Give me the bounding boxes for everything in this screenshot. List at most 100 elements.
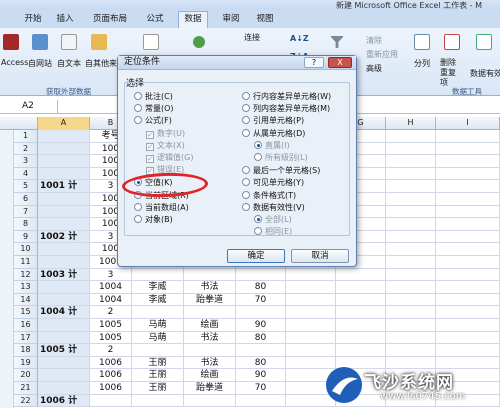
cell-empty[interactable] — [386, 344, 436, 357]
cell-empty[interactable] — [386, 268, 436, 282]
row-header[interactable]: 2 — [14, 142, 38, 156]
cell-empty[interactable] — [386, 306, 436, 319]
cell-b[interactable]: 1006 — [90, 382, 132, 395]
close-button[interactable]: X — [328, 57, 352, 68]
cell-empty[interactable] — [336, 344, 386, 357]
option-numbers[interactable]: ✓ 数字(U) — [146, 129, 185, 139]
cell-a[interactable] — [38, 369, 90, 382]
cell-e[interactable]: 90 — [236, 319, 286, 332]
row-header[interactable]: 13 — [14, 281, 38, 294]
cell-a[interactable] — [38, 130, 90, 143]
cell-empty[interactable] — [436, 243, 500, 256]
cell-empty[interactable] — [336, 268, 386, 282]
cell-e[interactable]: 80 — [236, 331, 286, 345]
cell-d[interactable]: 书法 — [184, 356, 236, 370]
cancel-button[interactable]: 取消 — [291, 249, 349, 263]
row-header[interactable]: 14 — [14, 293, 38, 307]
option-comments[interactable]: 批注(C) — [134, 92, 173, 102]
cell-a[interactable] — [38, 205, 90, 219]
cell-empty[interactable] — [386, 256, 436, 269]
cell-empty[interactable] — [436, 344, 500, 357]
option-current-array[interactable]: 当前数组(A) — [134, 203, 189, 213]
cell-empty[interactable] — [286, 319, 336, 332]
option-precedents[interactable]: 引用单元格(P) — [242, 116, 304, 126]
cell-a[interactable] — [38, 256, 90, 269]
cell-e[interactable]: 80 — [236, 356, 286, 370]
cell-b[interactable]: 3 — [90, 268, 132, 282]
cell-e[interactable] — [236, 344, 286, 357]
cell-c[interactable]: 王丽 — [132, 369, 184, 382]
cell-a[interactable] — [38, 218, 90, 231]
from-text-button[interactable]: 自文本 — [57, 58, 81, 69]
cell-empty[interactable] — [436, 331, 500, 345]
cell-d[interactable]: 书法 — [184, 281, 236, 294]
clear-filter-button[interactable]: 清除 — [366, 35, 382, 46]
option-row-differences[interactable]: 行内容差异单元格(W) — [242, 92, 331, 102]
sort-az-button[interactable]: A↓Z — [290, 34, 309, 43]
cell-empty[interactable] — [386, 180, 436, 193]
reapply-button[interactable]: 重新应用 — [366, 49, 398, 60]
cell-empty[interactable] — [436, 218, 500, 231]
cell-empty[interactable] — [436, 193, 500, 206]
option-conditional-formats[interactable]: 条件格式(T) — [242, 191, 296, 201]
option-column-differences[interactable]: 列内容差异单元格(M) — [242, 104, 330, 114]
cell-c[interactable]: 李威 — [132, 293, 184, 307]
cell-b[interactable]: 2 — [90, 344, 132, 357]
cell-empty[interactable] — [336, 319, 386, 332]
cell-empty[interactable] — [436, 142, 500, 156]
row-header[interactable]: 5 — [14, 180, 38, 193]
cell-d[interactable]: 跆拳道 — [184, 293, 236, 307]
cell-b[interactable]: 1006 — [90, 369, 132, 382]
option-validation-same[interactable]: 相同(E) — [254, 227, 292, 237]
cell-a[interactable] — [38, 243, 90, 256]
cell-e[interactable] — [236, 268, 286, 282]
connections-button[interactable]: 连接 — [244, 32, 260, 43]
cell-empty[interactable] — [286, 331, 336, 345]
cell-empty[interactable] — [386, 319, 436, 332]
row-header[interactable]: 11 — [14, 256, 38, 269]
filter-icon[interactable] — [330, 36, 344, 48]
text-to-columns-button[interactable]: 分列 — [414, 58, 430, 69]
cell-a[interactable]: 1003 计 — [38, 268, 90, 282]
cell-a[interactable] — [38, 382, 90, 395]
cell-empty[interactable] — [386, 218, 436, 231]
cell-empty[interactable] — [436, 319, 500, 332]
cell-empty[interactable] — [286, 268, 336, 282]
cell-b[interactable]: 1005 — [90, 319, 132, 332]
row-header[interactable]: 18 — [14, 344, 38, 357]
row-header[interactable]: 9 — [14, 230, 38, 244]
row-header[interactable]: 1 — [14, 130, 38, 143]
row-header[interactable]: 4 — [14, 167, 38, 181]
cell-empty[interactable] — [436, 205, 500, 219]
ok-button[interactable]: 确定 — [227, 249, 285, 263]
row-header[interactable]: 19 — [14, 356, 38, 370]
cell-a[interactable]: 1005 计 — [38, 344, 90, 357]
cell-empty[interactable] — [386, 293, 436, 307]
column-header-a[interactable]: A — [38, 117, 90, 130]
option-text[interactable]: ✓ 文本(X) — [146, 141, 185, 151]
cell-empty[interactable] — [436, 281, 500, 294]
cell-d[interactable] — [184, 306, 236, 319]
cell-empty[interactable] — [386, 193, 436, 206]
option-last-cell[interactable]: 最后一个单元格(S) — [242, 166, 320, 176]
cell-a[interactable] — [38, 356, 90, 370]
tab-data[interactable]: 数据 — [178, 11, 208, 29]
option-logicals[interactable]: ✓ 逻辑值(G) — [146, 153, 193, 163]
cell-c[interactable]: 马萌 — [132, 319, 184, 332]
cell-empty[interactable] — [386, 205, 436, 219]
row-header[interactable]: 22 — [14, 394, 38, 408]
option-data-validation[interactable]: 数据有效性(V) — [242, 203, 305, 213]
help-button[interactable]: ? — [304, 57, 324, 68]
cell-c[interactable]: 王丽 — [132, 356, 184, 370]
cell-empty[interactable] — [386, 243, 436, 256]
cell-b[interactable]: 1006 — [90, 356, 132, 370]
option-all-levels[interactable]: 所有级别(L) — [254, 153, 308, 163]
cell-e[interactable] — [236, 394, 286, 408]
cell-d[interactable]: 书法 — [184, 331, 236, 345]
cell-b[interactable]: 1005 — [90, 331, 132, 345]
cell-empty[interactable] — [286, 293, 336, 307]
cell-empty[interactable] — [386, 155, 436, 168]
cell-empty[interactable] — [386, 331, 436, 345]
option-dependents[interactable]: 从属单元格(D) — [242, 129, 305, 139]
cell-a[interactable] — [38, 167, 90, 181]
